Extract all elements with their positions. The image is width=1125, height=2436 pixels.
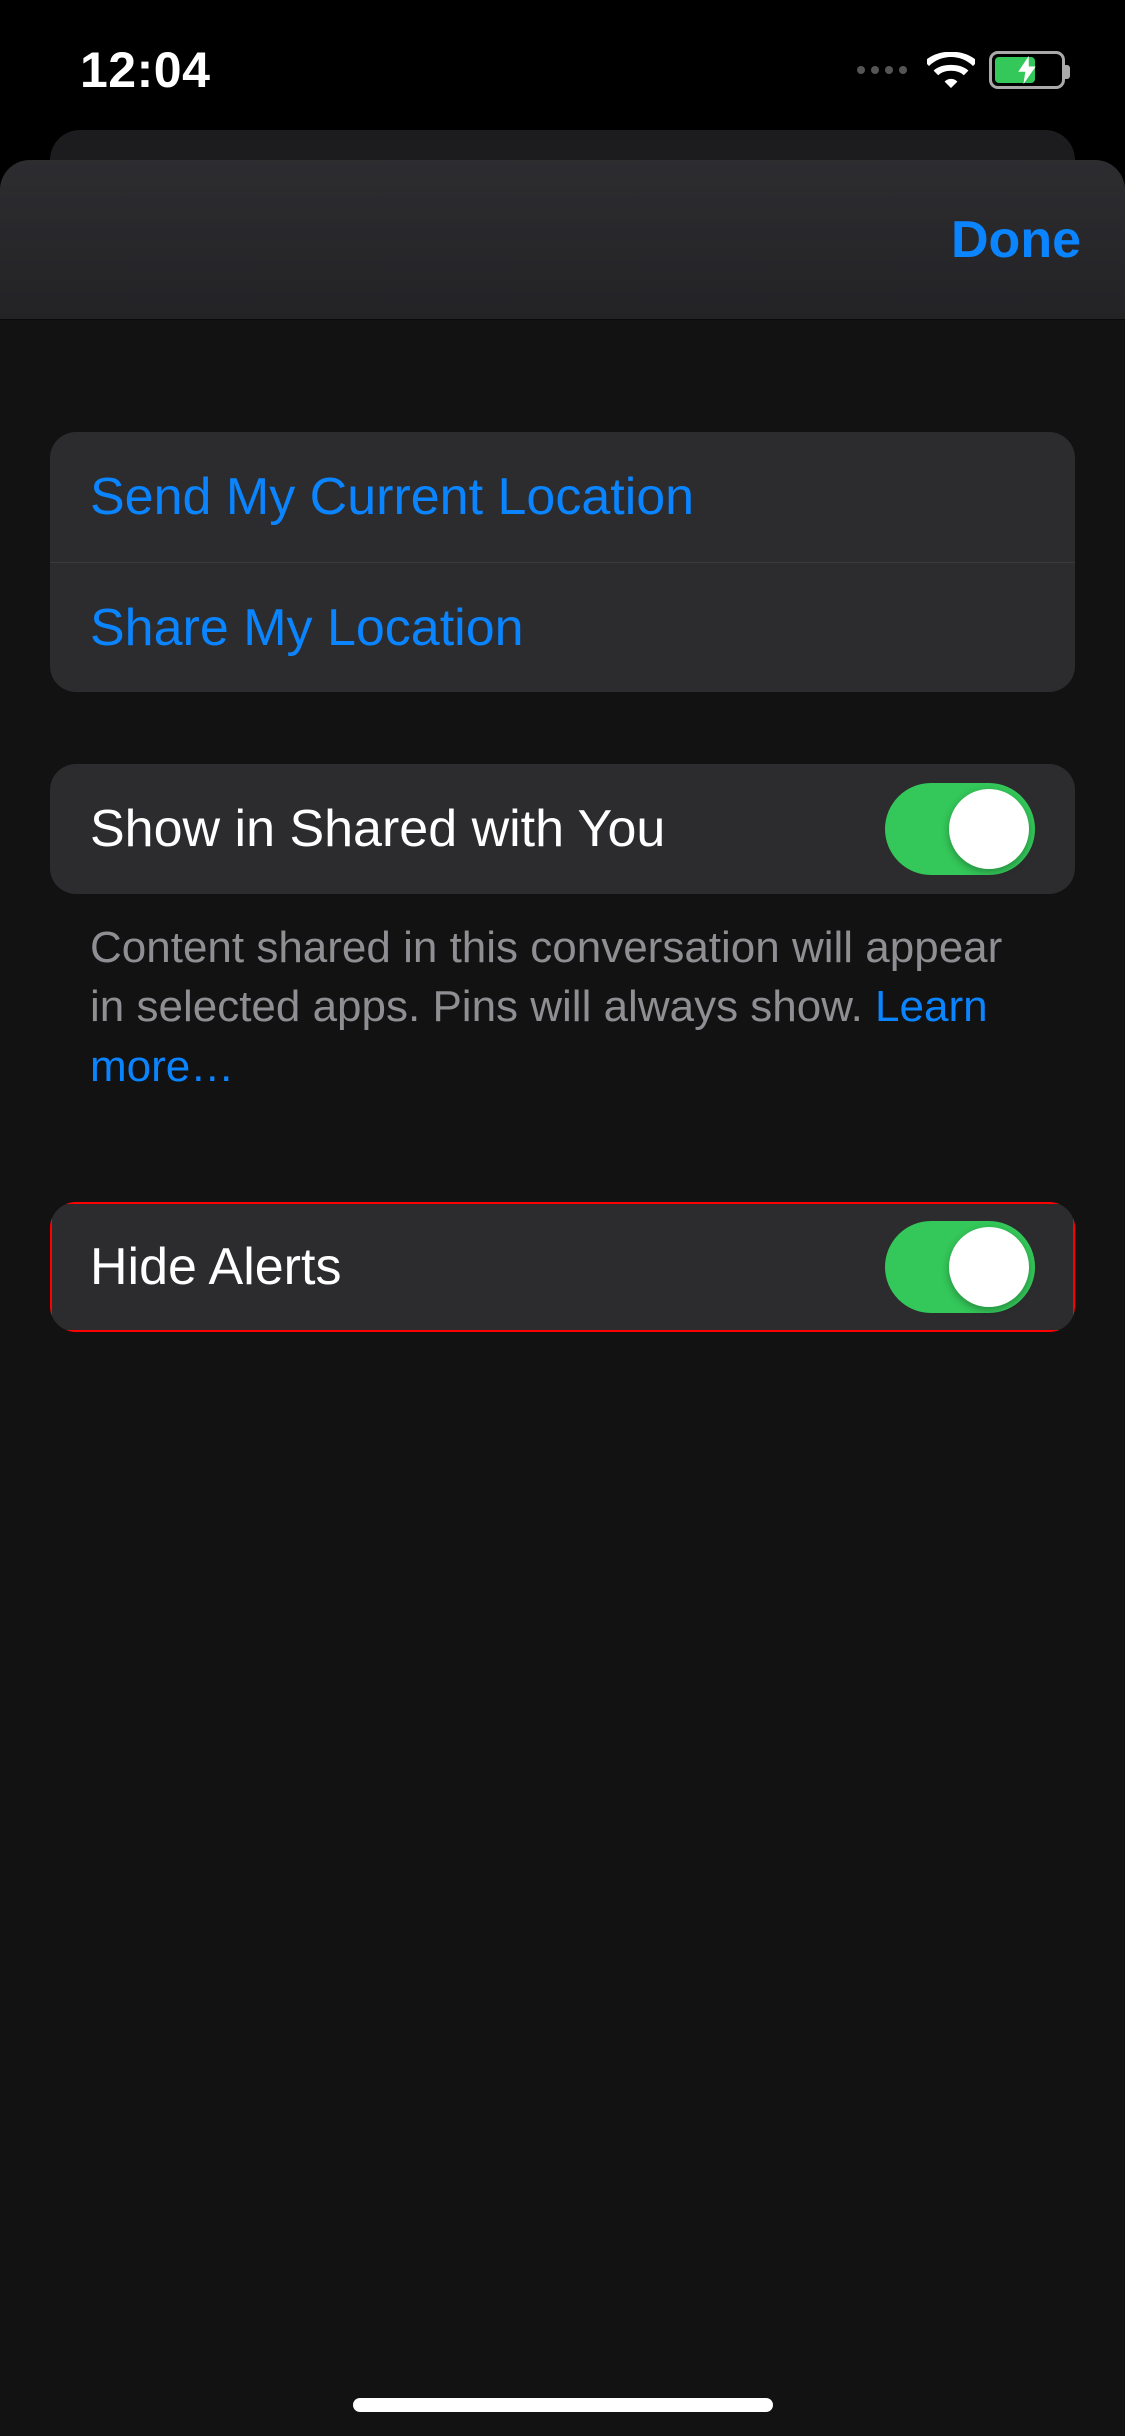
send-current-location-row[interactable]: Send My Current Location [50,432,1075,562]
share-my-location-label: Share My Location [90,598,524,658]
hide-alerts-label: Hide Alerts [90,1237,341,1297]
wifi-icon [927,52,975,88]
hide-alerts-toggle[interactable] [885,1221,1035,1313]
modal-sheet: Done Send My Current Location Share My L… [0,160,1125,2436]
shared-with-you-group: Show in Shared with You [50,764,1075,894]
battery-icon [989,51,1065,89]
status-time: 12:04 [80,41,210,99]
home-indicator[interactable] [353,2398,773,2412]
status-bar: 12:04 [0,0,1125,140]
hide-alerts-group: Hide Alerts [50,1202,1075,1332]
done-button[interactable]: Done [951,210,1081,270]
shared-with-you-footer: Content shared in this conversation will… [50,894,1075,1096]
toggle-knob [949,1227,1029,1307]
hide-alerts-row[interactable]: Hide Alerts [50,1202,1075,1332]
shared-footer-text: Content shared in this conversation will… [90,923,1002,1031]
toggle-knob [949,789,1029,869]
show-in-shared-toggle[interactable] [885,783,1035,875]
sheet-header: Done [0,160,1125,320]
hide-alerts-wrapper: Hide Alerts [50,1202,1075,1332]
show-in-shared-row[interactable]: Show in Shared with You [50,764,1075,894]
status-right-cluster [857,51,1065,89]
signal-dots-icon [857,66,907,74]
sheet-content: Send My Current Location Share My Locati… [0,432,1125,1332]
show-in-shared-label: Show in Shared with You [90,799,665,859]
location-actions-group: Send My Current Location Share My Locati… [50,432,1075,692]
send-current-location-label: Send My Current Location [90,467,694,527]
charging-bolt-icon [1018,56,1036,84]
share-my-location-row[interactable]: Share My Location [50,562,1075,692]
